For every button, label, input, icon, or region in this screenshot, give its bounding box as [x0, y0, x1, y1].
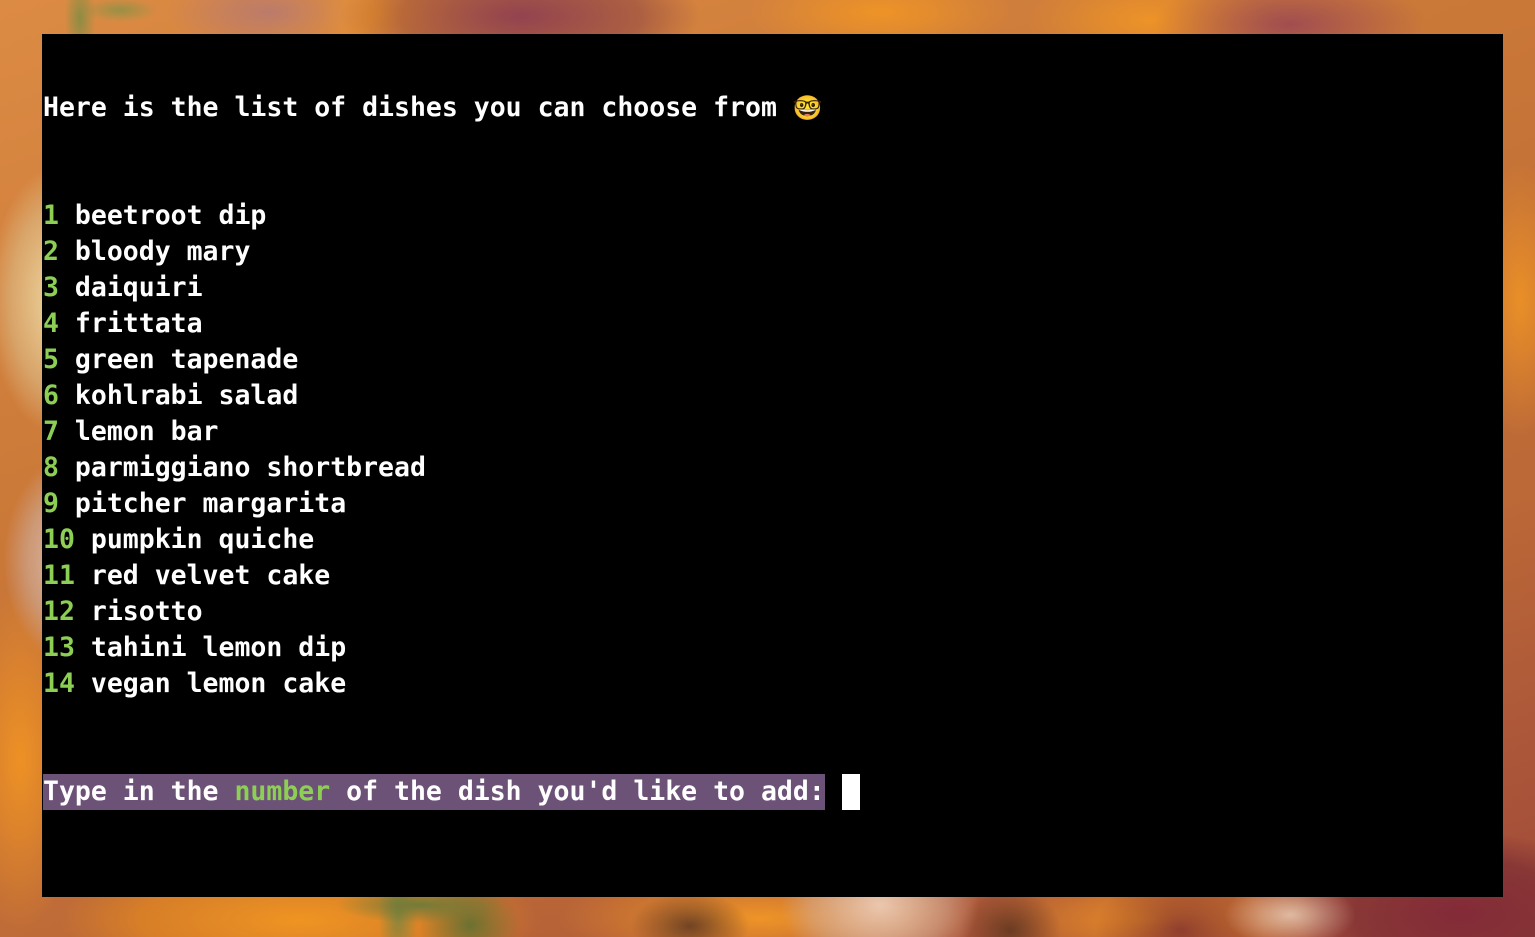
header-message: Here is the list of dishes you can choos…: [43, 90, 823, 126]
prompt-suffix: of the dish you'd like to add:: [330, 776, 825, 807]
dish-list-item[interactable]: 3 daiquiri: [43, 270, 426, 306]
dish-name: kohlrabi salad: [74, 380, 299, 411]
dish-name: tahini lemon dip: [90, 632, 347, 663]
dish-number: 6: [43, 380, 75, 411]
dish-name: pumpkin quiche: [90, 524, 315, 555]
dish-name: frittata: [74, 308, 203, 339]
dish-number: 4: [43, 308, 75, 339]
dish-name: bloody mary: [74, 236, 251, 267]
terminal-window[interactable]: Here is the list of dishes you can choos…: [42, 34, 1503, 897]
dish-number: 2: [43, 236, 75, 267]
dish-name: parmiggiano shortbread: [74, 452, 426, 483]
dish-number: 10: [43, 524, 91, 555]
dish-list-item[interactable]: 2 bloody mary: [43, 234, 426, 270]
dish-list-item[interactable]: 5 green tapenade: [43, 342, 426, 378]
dish-number: 3: [43, 272, 75, 303]
prompt-spacer: [824, 774, 842, 810]
dish-list-item[interactable]: 1 beetroot dip: [43, 198, 426, 234]
dish-name: daiquiri: [74, 272, 203, 303]
prompt-text: Type in the number of the dish you'd lik…: [43, 774, 825, 810]
text-cursor[interactable]: [841, 774, 860, 810]
dish-list-item[interactable]: 8 parmiggiano shortbread: [43, 450, 426, 486]
dish-name: vegan lemon cake: [90, 668, 347, 699]
dish-list-item[interactable]: 13 tahini lemon dip: [43, 630, 426, 666]
dish-list-item[interactable]: 9 pitcher margarita: [43, 486, 426, 522]
dish-name: green tapenade: [74, 344, 299, 375]
dish-list-item[interactable]: 14 vegan lemon cake: [43, 666, 426, 702]
prompt-keyword-number: number: [234, 776, 331, 807]
dish-name: lemon bar: [74, 416, 219, 447]
dish-list-item[interactable]: 7 lemon bar: [43, 414, 426, 450]
dish-number: 9: [43, 488, 75, 519]
header-message-text: Here is the list of dishes you can choos…: [43, 92, 793, 123]
dish-number: 1: [43, 200, 75, 231]
dish-list-item[interactable]: 10 pumpkin quiche: [43, 522, 426, 558]
dish-number: 11: [43, 560, 91, 591]
prompt-prefix: Type in the: [43, 776, 235, 807]
dish-number: 14: [43, 668, 91, 699]
dish-list-item[interactable]: 12 risotto: [43, 594, 426, 630]
nerd-face-emoji: 🤓: [792, 94, 823, 122]
dish-name: pitcher margarita: [74, 488, 347, 519]
dish-list-item[interactable]: 4 frittata: [43, 306, 426, 342]
dish-name: red velvet cake: [90, 560, 331, 591]
dish-number: 8: [43, 452, 75, 483]
dish-list-item[interactable]: 6 kohlrabi salad: [43, 378, 426, 414]
dish-number: 12: [43, 596, 91, 627]
dish-number: 5: [43, 344, 75, 375]
dish-list-item[interactable]: 11 red velvet cake: [43, 558, 426, 594]
dish-list: 1 beetroot dip 2 bloody mary 3 daiquiri …: [43, 198, 426, 702]
dish-number: 7: [43, 416, 75, 447]
dish-number: 13: [43, 632, 91, 663]
prompt-line[interactable]: Type in the number of the dish you'd lik…: [43, 774, 860, 810]
dish-name: beetroot dip: [74, 200, 267, 231]
dish-name: risotto: [90, 596, 203, 627]
